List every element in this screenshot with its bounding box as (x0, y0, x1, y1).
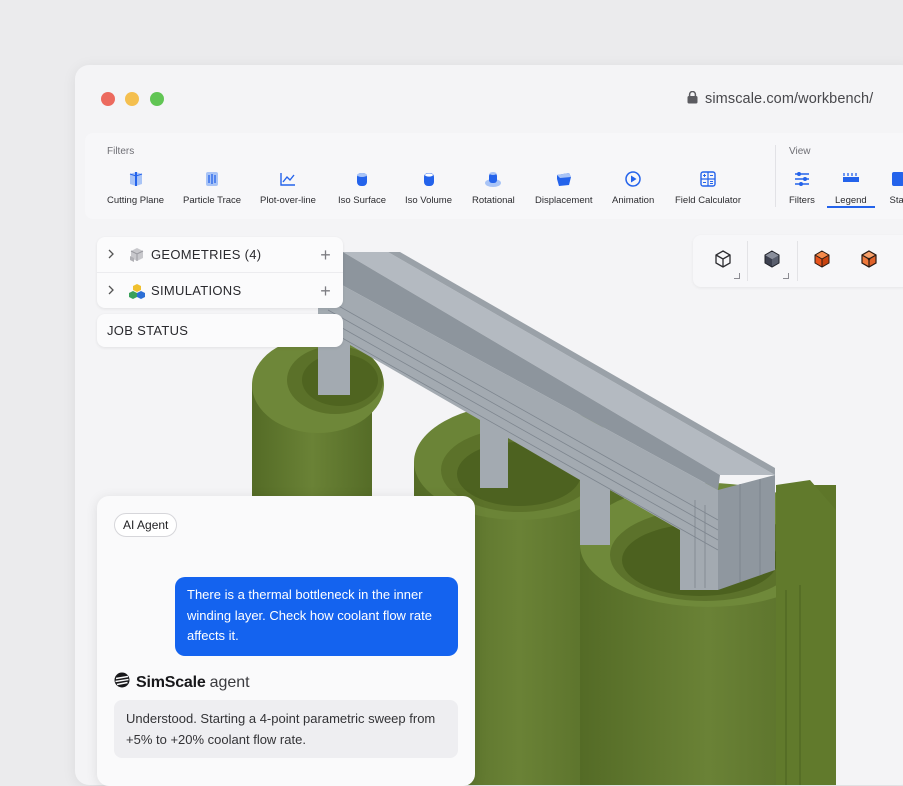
ai-agent-chat-panel: AI Agent There is a thermal bottleneck i… (97, 496, 475, 786)
divider (797, 241, 798, 281)
filter-cutting-plane[interactable]: Cutting Plane (107, 169, 164, 206)
simscale-logo-icon (114, 672, 130, 693)
iso-surface-icon (352, 169, 372, 189)
simulation-cubes-icon (129, 283, 145, 299)
statistics-icon (888, 169, 903, 189)
solid-cube-icon (762, 249, 782, 274)
toolbar: Filters View Cutting Plane Particle Trac… (85, 133, 903, 219)
filters-sliders-icon (792, 169, 812, 189)
add-geometry-button[interactable]: + (320, 245, 331, 266)
user-message-bubble: There is a thermal bottleneck in the inn… (175, 577, 458, 656)
close-window-button[interactable] (101, 92, 115, 106)
view-legend[interactable]: Legend (835, 169, 867, 206)
tree-item-simulations[interactable]: SIMULATIONS + (97, 272, 343, 308)
orange-solid-cube-icon (812, 249, 832, 274)
view-section-label: View (789, 146, 811, 157)
minimize-window-button[interactable] (125, 92, 139, 106)
filter-particle-trace[interactable]: Particle Trace (183, 169, 241, 206)
rotational-icon (483, 169, 503, 189)
tree-item-geometries[interactable]: GEOMETRIES (4) + (97, 237, 343, 272)
ai-agent-chip[interactable]: AI Agent (114, 513, 178, 537)
toolbar-separator (775, 145, 776, 207)
submenu-corner-indicator (734, 273, 740, 279)
legend-icon (841, 169, 861, 189)
add-simulation-button[interactable]: + (320, 281, 331, 302)
filter-plot-over-line[interactable]: Plot-over-line (260, 169, 316, 206)
agent-reply-message: Understood. Starting a 4-point parametri… (114, 700, 458, 758)
field-calculator-icon (698, 169, 718, 189)
chevron-right-icon[interactable] (107, 284, 121, 298)
agent-brand: SimScale agent (114, 672, 250, 693)
transparent-view-button[interactable] (855, 247, 883, 275)
tree-item-label: SIMULATIONS (151, 283, 242, 298)
lock-icon (687, 90, 698, 108)
wireframe-cube-icon (713, 249, 733, 274)
solid-view-button[interactable] (758, 247, 786, 275)
wireframe-view-button[interactable] (709, 247, 737, 275)
filter-animation[interactable]: Animation (612, 169, 654, 206)
legend-active-indicator (827, 206, 875, 208)
filter-field-calculator[interactable]: Field Calculator (675, 169, 741, 206)
view-mode-bar (693, 235, 903, 287)
particle-trace-icon (202, 169, 222, 189)
filter-displacement[interactable]: Displacement (535, 169, 593, 206)
plot-over-line-icon (278, 169, 298, 189)
model-tree-panel: GEOMETRIES (4) + SIMULATIONS + (97, 237, 343, 308)
address-bar[interactable]: simscale.com/workbench/ (687, 89, 873, 109)
filter-iso-volume[interactable]: Iso Volume (405, 169, 452, 206)
divider (747, 241, 748, 281)
view-filters[interactable]: Filters (789, 169, 815, 206)
filters-section-label: Filters (107, 146, 135, 157)
animation-icon (623, 169, 643, 189)
chevron-right-icon[interactable] (107, 248, 121, 262)
view-statistics[interactable]: Stat (888, 169, 903, 206)
tree-item-label: GEOMETRIES (4) (151, 247, 262, 262)
url-text: simscale.com/workbench/ (705, 91, 874, 107)
maximize-window-button[interactable] (150, 92, 164, 106)
displacement-icon (554, 169, 574, 189)
job-status-panel[interactable]: JOB STATUS (97, 314, 343, 347)
submenu-corner-indicator (783, 273, 789, 279)
orange-wireframe-cube-icon (859, 249, 879, 274)
cutting-plane-icon (126, 169, 146, 189)
iso-volume-icon (419, 169, 439, 189)
filter-rotational[interactable]: Rotational (472, 169, 515, 206)
filter-iso-surface[interactable]: Iso Surface (338, 169, 386, 206)
surface-edges-view-button[interactable] (808, 247, 836, 275)
geometry-cube-icon (129, 247, 145, 263)
